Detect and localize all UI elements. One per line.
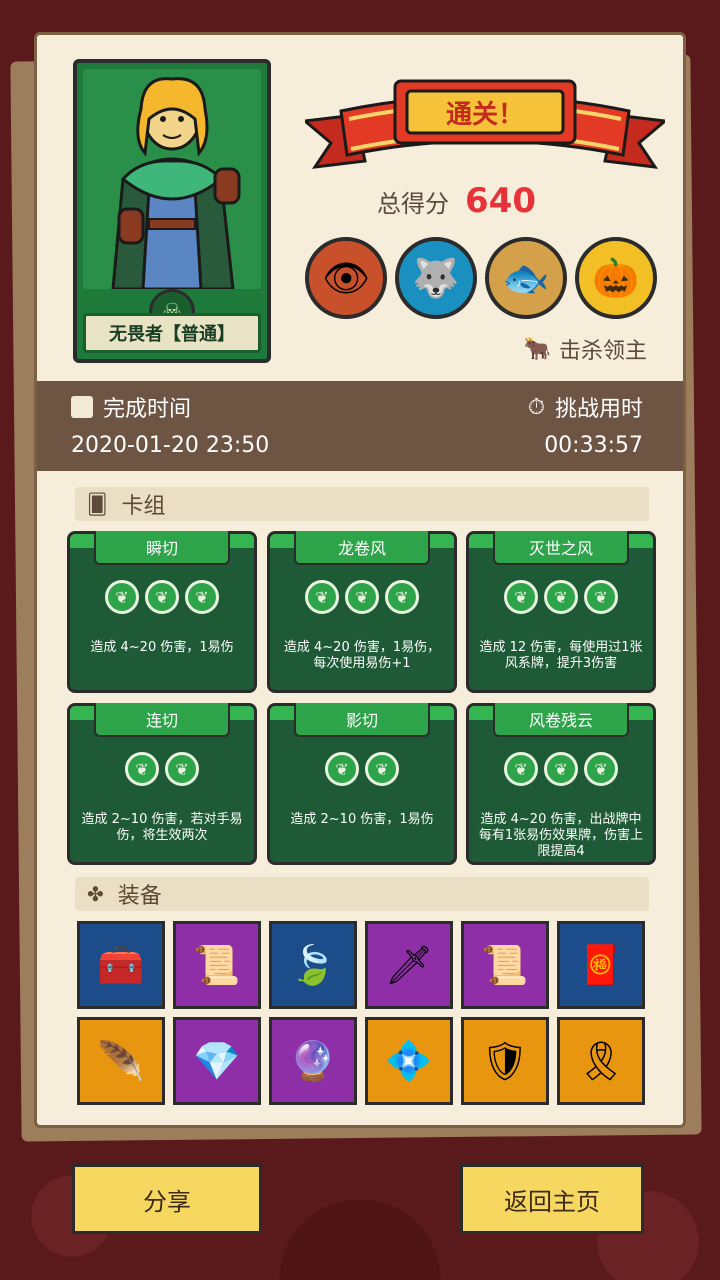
card-title: 龙卷风 xyxy=(294,531,430,565)
wind-energy-icon: ❦ xyxy=(325,752,359,786)
duration-value: 00:33:57 xyxy=(544,433,643,458)
ruby-icon[interactable]: 💎 xyxy=(173,1017,261,1105)
hero-name: 无畏者【普通】 xyxy=(83,313,261,353)
wind-energy-icon: ❦ xyxy=(145,580,179,614)
card-title: 灭世之风 xyxy=(493,531,629,565)
skill-card[interactable]: 风卷残云 ❦ ❦ ❦ 造成 4~20 伤害，出战牌中每有1张易伤效果牌，伤害上限提高4 xyxy=(466,703,656,865)
wind-energy-icon: ❦ xyxy=(504,580,538,614)
deck-header: 🂠 卡组 xyxy=(75,487,649,521)
skill-card[interactable]: 灭世之风 ❦ ❦ ❦ 造成 12 伤害，每使用过1张风系牌，提升3伤害 xyxy=(466,531,656,693)
energy-cost: ❦ ❦ ❦ xyxy=(469,752,653,786)
card-description: 造成 4~20 伤害，出战牌中每有1张易伤效果牌，伤害上限提高4 xyxy=(478,812,644,859)
wind-energy-icon: ❦ xyxy=(105,580,139,614)
duration-label: 挑战用时 xyxy=(554,397,643,422)
result-panel: ☠ 无畏者【普通】 通关！ 总得分 640 👁 🐺 🐟 🎃 🐂 击杀领主 完成时间 2… xyxy=(34,32,686,1128)
fire-scroll-icon[interactable]: 📜 xyxy=(173,921,261,1009)
card-title: 风卷残云 xyxy=(493,703,629,737)
card-description: 造成 12 伤害，每使用过1张风系牌，提升3伤害 xyxy=(479,640,643,671)
wind-energy-icon: ❦ xyxy=(185,580,219,614)
pumpkin-king-icon: 🎃 xyxy=(575,237,657,319)
wind-energy-icon: ❦ xyxy=(385,580,419,614)
dagger-icon[interactable]: 🗡 xyxy=(365,921,453,1009)
card-title: 瞬切 xyxy=(94,531,230,565)
amulet-icon[interactable]: 🛡 xyxy=(461,1017,549,1105)
wind-energy-icon: ❦ xyxy=(584,752,618,786)
kill-label: 击杀领主 xyxy=(558,339,647,364)
card-description: 造成 4~20 伤害，1易伤，每次使用易伤+1 xyxy=(283,640,441,671)
shadow-beast-icon: 🐺 xyxy=(395,237,477,319)
finish-time-label: 完成时间 xyxy=(103,397,192,422)
crystal-icon[interactable]: 💠 xyxy=(365,1017,453,1105)
energy-cost: ❦ ❦ xyxy=(70,752,254,786)
card-description: 造成 2~10 伤害，1易伤 xyxy=(290,812,434,827)
charm-scroll-icon[interactable]: 🎗 xyxy=(557,1017,645,1105)
fish-beast-icon: 🐟 xyxy=(485,237,567,319)
banner-text: 通关！ xyxy=(445,99,524,130)
scroll-icon[interactable]: 📜 xyxy=(461,921,549,1009)
time-info-bar: 完成时间 2020-01-20 23:50 ⏱ 挑战用时 00:33:57 xyxy=(37,381,683,471)
victory-banner: 通关！ xyxy=(301,71,669,181)
skill-card[interactable]: 龙卷风 ❦ ❦ ❦ 造成 4~20 伤害，1易伤，每次使用易伤+1 xyxy=(267,531,457,693)
talisman-icon[interactable]: 🧧 xyxy=(557,921,645,1009)
wind-energy-icon: ❦ xyxy=(125,752,159,786)
wind-energy-icon: ❦ xyxy=(584,580,618,614)
energy-cost: ❦ ❦ xyxy=(270,752,454,786)
card-title: 连切 xyxy=(94,703,230,737)
bull-skull-icon: 🐂 xyxy=(523,336,551,362)
finish-time-value: 2020-01-20 23:50 xyxy=(71,433,270,458)
duration-header: ⏱ 挑战用时 xyxy=(528,391,643,423)
energy-cost: ❦ ❦ ❦ xyxy=(469,580,653,614)
treasure-chest-icon[interactable]: 🧰 xyxy=(77,921,165,1009)
card-description: 造成 4~20 伤害，1易伤 xyxy=(90,640,234,655)
wind-energy-icon: ❦ xyxy=(305,580,339,614)
skill-card[interactable]: 连切 ❦ ❦ 造成 2~10 伤害，若对手易伤，将生效两次 xyxy=(67,703,257,865)
leaves-icon[interactable]: 🍃 xyxy=(269,921,357,1009)
share-button[interactable]: 分享 xyxy=(72,1164,262,1234)
pink-gem-icon[interactable]: 🔮 xyxy=(269,1017,357,1105)
skill-card[interactable]: 瞬切 ❦ ❦ ❦ 造成 4~20 伤害，1易伤 xyxy=(67,531,257,693)
calendar-icon xyxy=(71,396,93,418)
deck-title: 卡组 xyxy=(121,494,166,519)
propeller-icon: ✤ xyxy=(87,882,104,906)
wind-energy-icon: ❦ xyxy=(345,580,379,614)
score-row: 总得分 640 xyxy=(377,181,536,221)
skill-card[interactable]: 影切 ❦ ❦ 造成 2~10 伤害，1易伤 xyxy=(267,703,457,865)
energy-cost: ❦ ❦ ❦ xyxy=(70,580,254,614)
wind-energy-icon: ❦ xyxy=(544,580,578,614)
kill-lord-label: 🐂 击杀领主 xyxy=(524,333,647,365)
eye-demon-icon: 👁 xyxy=(305,237,387,319)
feather-icon[interactable]: 🪶 xyxy=(77,1017,165,1105)
score-label: 总得分 xyxy=(377,189,449,218)
energy-cost: ❦ ❦ ❦ xyxy=(270,580,454,614)
hero-portrait xyxy=(83,69,261,289)
wind-energy-icon: ❦ xyxy=(365,752,399,786)
wind-energy-icon: ❦ xyxy=(504,752,538,786)
card-description: 造成 2~10 伤害，若对手易伤，将生效两次 xyxy=(81,812,243,843)
cards-icon: 🂠 xyxy=(87,492,108,516)
hero-card: ☠ 无畏者【普通】 xyxy=(73,59,271,363)
boss-list: 👁 🐺 🐟 🎃 xyxy=(305,237,657,319)
home-button[interactable]: 返回主页 xyxy=(460,1164,644,1234)
equipment-title: 装备 xyxy=(117,884,162,909)
equipment-header: ✤ 装备 xyxy=(75,877,649,911)
stopwatch-icon: ⏱ xyxy=(527,394,545,420)
card-title: 影切 xyxy=(294,703,430,737)
wind-energy-icon: ❦ xyxy=(544,752,578,786)
finish-time-header: 完成时间 xyxy=(71,391,191,423)
score-value: 640 xyxy=(465,181,536,221)
wind-energy-icon: ❦ xyxy=(165,752,199,786)
